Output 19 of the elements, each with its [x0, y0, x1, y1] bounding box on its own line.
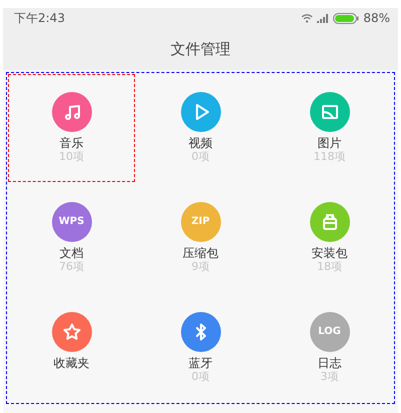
category-label: 文档 — [60, 246, 84, 260]
status-time: 下午2:43 — [14, 10, 65, 27]
category-label: 收藏夹 — [54, 356, 90, 370]
category-label: 日志 — [318, 356, 342, 370]
category-icon: LOG — [310, 312, 350, 352]
category-label: 图片 — [318, 136, 342, 150]
category-icon: WPS — [52, 202, 92, 242]
battery-percentage: 88% — [363, 10, 390, 27]
battery-icon — [333, 12, 360, 24]
category-label: 安装包 — [312, 246, 348, 260]
category-tile[interactable]: 收藏夹 — [7, 293, 136, 403]
category-label: 音乐 — [60, 136, 84, 150]
category-label: 压缩包 — [182, 246, 218, 260]
signal-icon — [317, 14, 330, 22]
category-label: 蓝牙 — [188, 356, 212, 370]
screen-title: 文件管理 — [170, 38, 230, 60]
category-label: 视频 — [188, 136, 212, 150]
wifi-icon — [301, 13, 314, 23]
category-icon: ZIP — [180, 202, 220, 242]
